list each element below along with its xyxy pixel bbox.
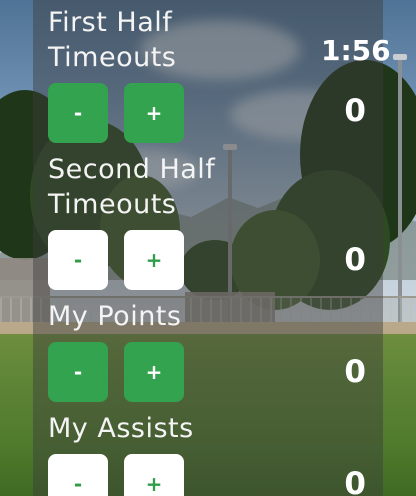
light-pole-lamp <box>393 54 407 60</box>
second-half-timeouts-label-line1: Second Half <box>48 154 216 185</box>
my-assists-plus-button[interactable]: + <box>124 454 184 496</box>
game-clock: 1:56 <box>321 34 391 67</box>
first-half-timeouts-plus-button[interactable]: + <box>124 83 184 143</box>
second-half-timeouts-label-line2: Timeouts <box>48 189 177 220</box>
my-assists-label: My Assists <box>48 413 194 444</box>
my-points-minus-button[interactable]: - <box>48 342 108 402</box>
first-half-timeouts-count: 0 <box>344 93 366 129</box>
first-half-timeouts-label-line2: Timeouts <box>48 42 177 73</box>
my-assists-count: 0 <box>344 466 366 496</box>
first-half-timeouts-minus-button[interactable]: - <box>48 83 108 143</box>
light-pole <box>398 60 402 330</box>
my-assists-minus-button[interactable]: - <box>48 454 108 496</box>
first-half-timeouts-label-line1: First Half <box>48 7 173 38</box>
second-half-timeouts-count: 0 <box>344 242 366 278</box>
scoreboard-screen: 1:56 First Half Timeouts - + 0 Second Ha… <box>0 0 416 496</box>
second-half-timeouts-minus-button[interactable]: - <box>48 230 108 290</box>
my-points-plus-button[interactable]: + <box>124 342 184 402</box>
my-points-count: 0 <box>344 354 366 390</box>
my-points-label: My Points <box>48 301 182 332</box>
second-half-timeouts-plus-button[interactable]: + <box>124 230 184 290</box>
